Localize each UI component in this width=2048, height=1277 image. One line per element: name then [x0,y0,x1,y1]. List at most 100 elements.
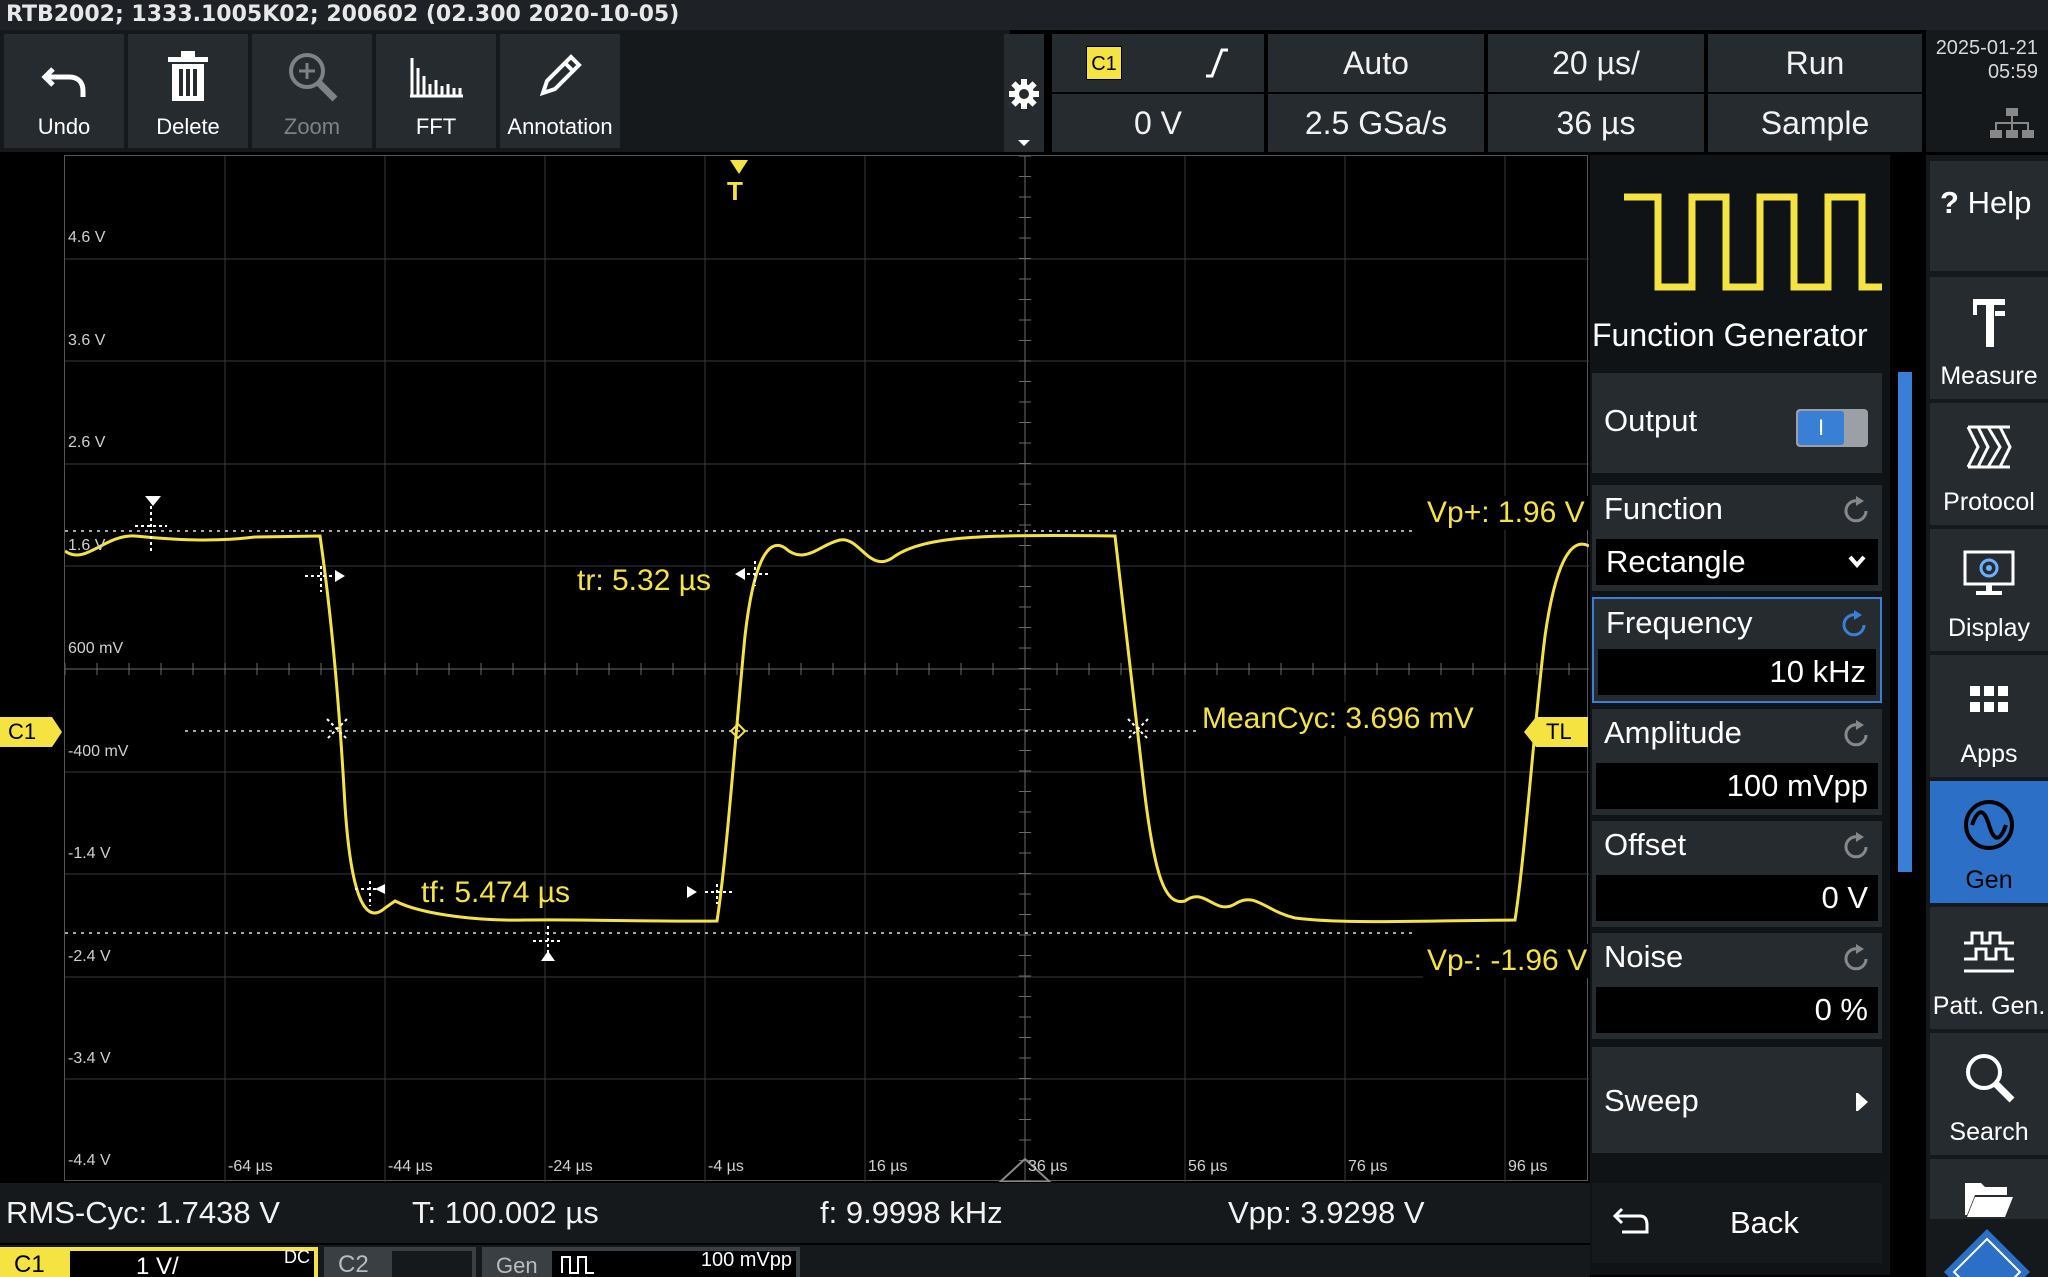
time: 05:59 [1987,61,2038,83]
help-button[interactable]: ? Help [1930,161,2048,271]
measure-button[interactable]: Measure [1930,277,2048,399]
trigger-position-marker[interactable] [730,160,748,174]
pattern-generator-button[interactable]: Patt. Gen. [1930,907,2048,1029]
function-row[interactable]: Function Rectangle [1592,485,1882,591]
reset-icon[interactable] [1840,719,1872,751]
apps-button[interactable]: Apps [1930,655,2048,777]
generator-label: Gen [496,1253,538,1277]
channel-trigger-source[interactable]: C1 [1052,34,1264,92]
y-tick-label: -3.4 V [68,1050,111,1067]
acquisition-mode[interactable]: Sample [1708,94,1922,152]
trigger-level[interactable]: 0 V [1052,94,1264,152]
pattern-icon [1930,919,2048,983]
panel-title: Function Generator [1592,317,1868,353]
function-label: Function [1604,491,1723,526]
trigger-level-marker[interactable]: TL [1524,717,1588,747]
search-label: Search [1949,1118,2029,1146]
apps-label: Apps [1960,740,2018,768]
trash-icon [128,46,248,106]
generator-tab[interactable]: Gen 100 mVpp [482,1247,800,1277]
function-value: Rectangle [1606,544,1746,579]
reset-icon[interactable] [1840,495,1872,527]
sine-wave-icon [1930,793,2048,857]
x-tick-label: 36 µs [1028,1158,1068,1175]
search-button[interactable]: Search [1930,1033,2048,1155]
x-tick-label: -44 µs [388,1158,433,1175]
gen-button[interactable]: Gen [1930,781,2048,903]
undo-label: Undo [37,114,91,139]
y-tick-label: -400 mV [68,743,129,760]
frequency-row[interactable]: Frequency 10 kHz [1592,597,1882,703]
generator-amplitude: 100 mVpp [700,1249,792,1271]
time-scale[interactable]: 20 µs/ [1488,34,1704,92]
reset-icon[interactable] [1838,609,1870,641]
y-tick-label: 600 mV [68,640,124,657]
help-label: Help [1967,185,2032,220]
panel-scrollbar[interactable] [1898,372,1912,872]
channel-1-marker-label: C1 [8,719,37,744]
protocol-label: Protocol [1943,488,2035,516]
sample-rate[interactable]: 2.5 GSa/s [1268,94,1484,152]
undo-button[interactable]: Undo [4,34,124,148]
channel-1-offset-marker[interactable]: C1 [0,717,64,747]
protocol-icon [1930,415,2048,479]
delete-button[interactable]: Delete [128,34,248,148]
undo-icon [4,46,124,106]
channel-badge: C1 [1086,46,1122,80]
sweep-label: Sweep [1604,1083,1699,1118]
mean-cycle-measurement: MeanCyc: 3.696 mV [1198,702,1478,736]
back-button[interactable]: Back [1592,1183,1882,1263]
settings-button[interactable] [1004,34,1044,152]
channel-1-tab[interactable]: C1 1 V/ DC [0,1247,318,1277]
protocol-button[interactable]: Protocol [1930,403,2048,525]
square-wave-icon [561,1256,594,1274]
channel-2-tab[interactable]: C2 [324,1247,476,1277]
offset-row[interactable]: Offset 0 V [1592,821,1882,927]
instrument-info-bar: RTB2002; 1333.1005K02; 200602 (02.300 20… [0,0,2048,30]
file-button[interactable] [1930,1159,2048,1219]
fft-button[interactable]: FFT [376,34,496,148]
waveform-grid [65,156,1589,1182]
date: 2025-01-21 [1935,37,2038,59]
reset-icon[interactable] [1840,831,1872,863]
delete-label: Delete [156,114,220,139]
x-tick-label: 56 µs [1188,1158,1228,1175]
annotation-button[interactable]: Annotation [500,34,620,148]
trigger-mode[interactable]: Auto [1268,34,1484,92]
output-toggle[interactable]: I [1796,409,1868,447]
period-readout: T: 100.002 µs [412,1195,599,1230]
zoom-button[interactable]: Zoom [252,34,372,148]
gear-icon [1009,79,1039,146]
offset-input[interactable]: 0 V [1596,875,1878,921]
function-generator-panel: Function Generator Output I Function Rec… [1590,155,1890,1275]
search-icon [1930,1045,2048,1109]
right-navigation: ? Help Measure Protocol Display Apps Gen [1926,155,2048,1277]
rs-logo [1940,1225,2034,1277]
amplitude-label: Amplitude [1604,715,1742,750]
annotation-label: Annotation [507,114,613,139]
output-row[interactable]: Output I [1592,373,1882,473]
frequency-label: Frequency [1606,605,1753,640]
channel-bar: C1 1 V/ DC C2 Gen 100 mVpp [0,1245,1590,1277]
trigger-marker-label: T [727,176,743,206]
zoom-icon [252,46,372,106]
network-icon [1990,108,2034,138]
sweep-row[interactable]: Sweep [1592,1047,1882,1153]
help-icon: ? [1940,185,1959,220]
waveform-display[interactable]: T 4.6 V 3.6 V 2.6 V 1.6 V 600 mV -400 mV… [64,155,1592,1182]
frequency-input[interactable]: 10 kHz [1598,649,1876,695]
amplitude-row[interactable]: Amplitude 100 mVpp [1592,709,1882,815]
amplitude-input[interactable]: 100 mVpp [1596,763,1878,809]
noise-row[interactable]: Noise 0 % [1592,933,1882,1039]
noise-input[interactable]: 0 % [1596,987,1878,1033]
fft-label: FFT [415,114,457,139]
run-stop-state[interactable]: Run [1708,34,1922,92]
y-tick-label: -2.4 V [68,948,111,965]
rising-edge-icon [1206,48,1228,78]
horizontal-position[interactable]: 36 µs [1488,94,1704,152]
display-button[interactable]: Display [1930,529,2048,651]
reset-icon[interactable] [1840,943,1872,975]
function-select[interactable]: Rectangle [1596,539,1878,585]
output-label: Output [1604,403,1698,438]
y-tick-label: -1.4 V [68,845,111,862]
